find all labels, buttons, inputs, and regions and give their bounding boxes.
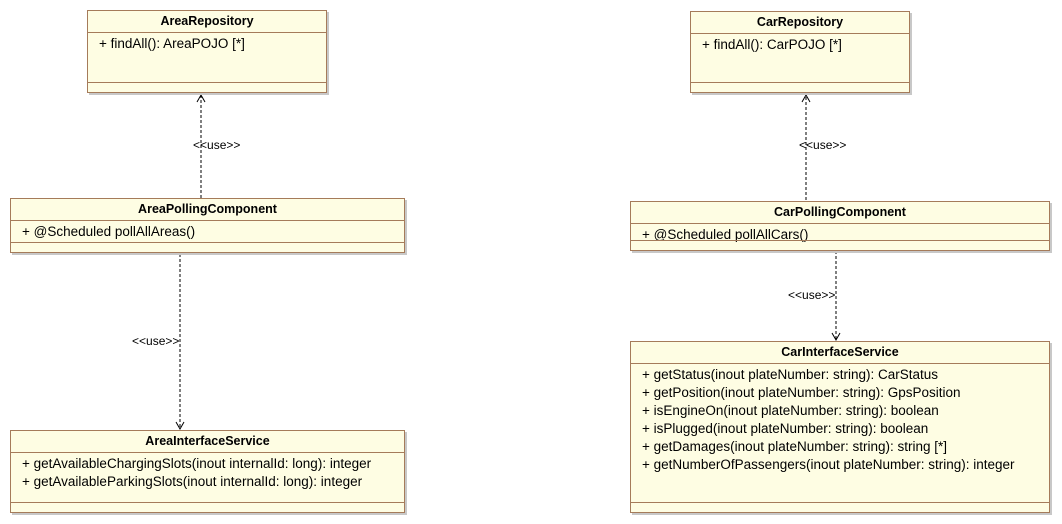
operation: + getAvailableParkingSlots(inout interna…: [22, 474, 363, 489]
operations-compartment: + getAvailableChargingSlots(inout intern…: [11, 453, 404, 491]
operations-compartment: + @Scheduled pollAllCars(): [631, 224, 1049, 244]
operations-compartment: + findAll(): CarPOJO [*]: [691, 34, 909, 54]
class-name: CarRepository: [691, 12, 909, 34]
class-name: AreaInterfaceService: [11, 431, 404, 453]
compartment-divider: [691, 82, 909, 83]
operation: + findAll(): CarPOJO [*]: [702, 37, 842, 52]
class-name: AreaPollingComponent: [11, 199, 404, 221]
operations-compartment: + findAll(): AreaPOJO [*]: [88, 33, 326, 53]
stereotype-label: <<use>>: [788, 288, 836, 302]
class-name: CarPollingComponent: [631, 202, 1049, 224]
compartment-divider: [11, 502, 404, 503]
compartment-divider: [631, 502, 1049, 503]
class-box-car-interface-service[interactable]: CarInterfaceService + getStatus(inout pl…: [630, 341, 1050, 513]
class-box-car-repository[interactable]: CarRepository + findAll(): CarPOJO [*]: [690, 11, 910, 93]
operation: + getNumberOfPassengers(inout plateNumbe…: [642, 457, 1015, 472]
operation: + getPosition(inout plateNumber: string)…: [642, 385, 961, 400]
class-box-area-polling-component[interactable]: AreaPollingComponent + @Scheduled pollAl…: [10, 198, 405, 253]
stereotype-label: <<use>>: [132, 334, 180, 348]
class-box-area-repository[interactable]: AreaRepository + findAll(): AreaPOJO [*]: [87, 10, 327, 93]
compartment-divider: [11, 242, 404, 243]
operation: + @Scheduled pollAllAreas(): [22, 224, 196, 239]
class-name: AreaRepository: [88, 11, 326, 33]
compartment-divider: [88, 82, 326, 83]
operation: + getDamages(inout plateNumber: string):…: [642, 439, 948, 454]
operation: + @Scheduled pollAllCars(): [642, 227, 809, 242]
operation: + findAll(): AreaPOJO [*]: [99, 36, 245, 51]
stereotype-label: <<use>>: [193, 138, 241, 152]
operation: + getStatus(inout plateNumber: string): …: [642, 367, 939, 382]
operations-compartment: + getStatus(inout plateNumber: string): …: [631, 364, 1049, 474]
operations-compartment: + @Scheduled pollAllAreas(): [11, 221, 404, 241]
operation: + isPlugged(inout plateNumber: string): …: [642, 421, 929, 436]
compartment-divider: [631, 240, 1049, 241]
class-name: CarInterfaceService: [631, 342, 1049, 364]
class-box-car-polling-component[interactable]: CarPollingComponent + @Scheduled pollAll…: [630, 201, 1050, 251]
stereotype-label: <<use>>: [799, 138, 847, 152]
class-box-area-interface-service[interactable]: AreaInterfaceService + getAvailableCharg…: [10, 430, 405, 513]
operation: + getAvailableChargingSlots(inout intern…: [22, 456, 372, 471]
operation: + isEngineOn(inout plateNumber: string):…: [642, 403, 939, 418]
